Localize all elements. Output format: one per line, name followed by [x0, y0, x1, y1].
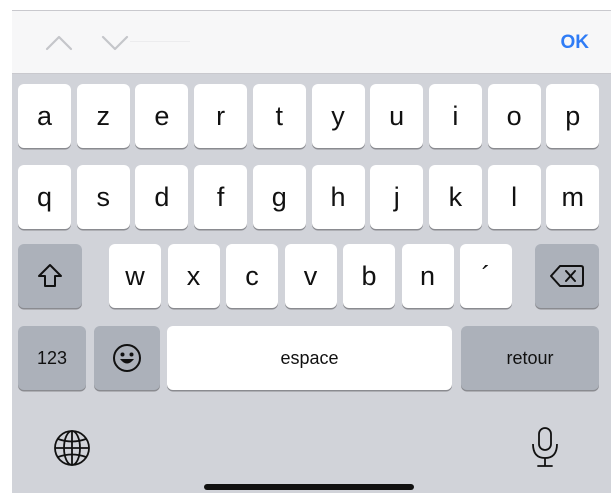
key-label: s	[96, 181, 110, 212]
key-label: g	[271, 181, 287, 212]
key-label: l	[511, 181, 518, 212]
key-label: m	[561, 181, 585, 212]
key-label: q	[36, 181, 53, 212]
key-label: y	[331, 100, 345, 131]
key-row2-2[interactable]: d	[135, 165, 189, 229]
return-key[interactable]: retour	[461, 326, 599, 390]
key-label: a	[36, 100, 53, 131]
key-label: v	[303, 260, 318, 291]
emoji-key[interactable]	[94, 326, 160, 390]
microphone-icon[interactable]	[530, 426, 560, 470]
done-button[interactable]: OK	[561, 32, 590, 54]
key-row3-5[interactable]: n	[401, 244, 454, 308]
key-label: ´	[481, 260, 491, 291]
key-row3-1[interactable]: x	[167, 244, 220, 308]
key-label: b	[361, 260, 377, 291]
key-row2-3[interactable]: f	[194, 165, 248, 229]
key-label: k	[448, 181, 463, 212]
key-row3-6[interactable]: ´	[460, 244, 512, 308]
key-label: c	[245, 260, 259, 291]
key-label: w	[125, 260, 145, 291]
key-row1-2[interactable]: e	[135, 84, 189, 148]
key-row2-6[interactable]: j	[370, 165, 424, 229]
key-row1-3[interactable]: r	[194, 84, 248, 148]
key-row3-2[interactable]: c	[226, 244, 278, 308]
key-row2-8[interactable]: l	[487, 165, 541, 229]
key-row3-0[interactable]: w	[109, 244, 161, 308]
key-label: z	[96, 100, 110, 131]
home-indicator[interactable]	[204, 484, 414, 490]
key-row2-5[interactable]: h	[311, 165, 365, 229]
key-row2-9[interactable]: m	[546, 165, 600, 229]
delete-key[interactable]	[535, 244, 599, 308]
return-key-label: retour	[506, 348, 554, 368]
key-row1-4[interactable]: t	[252, 84, 306, 148]
key-label: r	[216, 100, 226, 131]
emoji-icon	[111, 342, 143, 374]
key-row2-0[interactable]: q	[18, 165, 71, 229]
key-label: x	[186, 260, 201, 291]
key-row1-1[interactable]: z	[76, 84, 130, 148]
key-row2-7[interactable]: k	[428, 165, 482, 229]
key-label: p	[565, 100, 581, 131]
chevron-down-icon[interactable]	[100, 31, 130, 55]
key-row1-8[interactable]: o	[487, 84, 541, 148]
key-label: f	[216, 181, 225, 212]
numbers-key[interactable]: 123	[18, 326, 86, 390]
key-row3-3[interactable]: v	[284, 244, 337, 308]
key-row1-5[interactable]: y	[311, 84, 365, 148]
globe-icon[interactable]	[52, 428, 92, 468]
key-row1-0[interactable]: a	[18, 84, 71, 148]
space-key[interactable]: espace	[167, 326, 452, 390]
input-accessory-toolbar: OK	[12, 10, 611, 74]
chevron-up-icon[interactable]	[44, 31, 74, 55]
key-row2-1[interactable]: s	[76, 165, 130, 229]
numbers-key-label: 123	[36, 348, 68, 368]
delete-icon	[549, 263, 585, 289]
key-label: t	[275, 100, 284, 131]
key-label: i	[452, 100, 459, 131]
space-key-label: espace	[280, 348, 339, 368]
key-row3-4[interactable]: b	[343, 244, 395, 308]
key-row1-6[interactable]: u	[370, 84, 424, 148]
shift-key[interactable]	[18, 244, 82, 308]
keyboard-frame: OK a z e r t y u i o p q s d f g h j k l m w x c v b n ´ 123 esp…	[12, 10, 611, 493]
key-label: e	[154, 100, 170, 131]
shift-icon	[35, 261, 65, 291]
key-label: j	[393, 181, 400, 212]
key-label: d	[154, 181, 170, 212]
toolbar-divider	[130, 41, 190, 42]
key-label: u	[389, 100, 405, 131]
key-label: h	[330, 181, 346, 212]
key-label: n	[419, 260, 436, 291]
key-row1-7[interactable]: i	[428, 84, 482, 148]
key-label: o	[506, 100, 522, 131]
key-row2-4[interactable]: g	[252, 165, 306, 229]
key-row1-9[interactable]: p	[546, 84, 600, 148]
